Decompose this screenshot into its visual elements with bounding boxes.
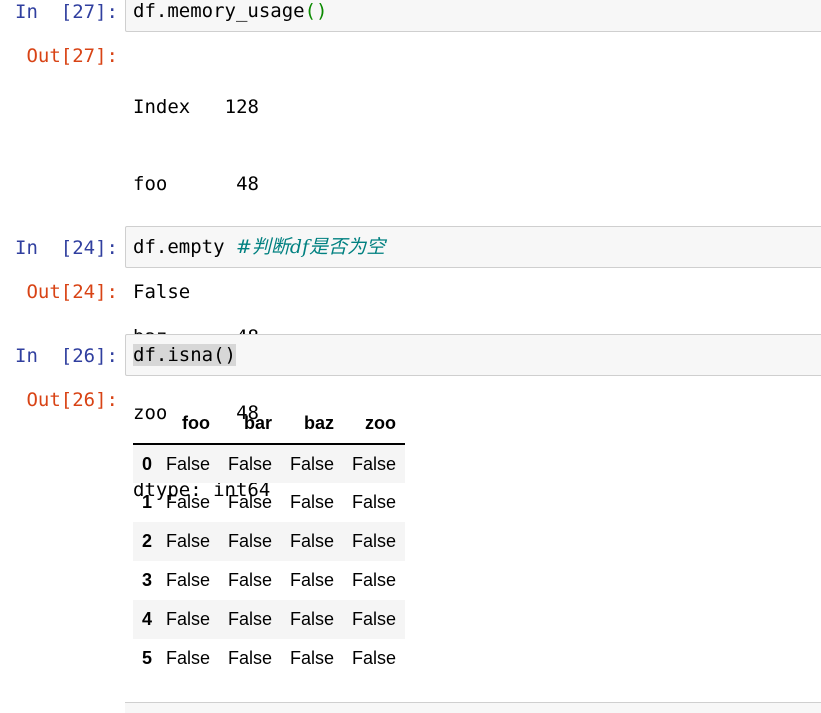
row-index: 2 — [141, 531, 152, 551]
table-cell: False — [351, 453, 396, 474]
table-row: 4 False False False False — [133, 600, 405, 639]
table-cell: False — [351, 492, 396, 512]
dataframe-table: foo bar baz zoo 0 False False False Fals… — [133, 404, 405, 678]
code-parens: () — [304, 0, 328, 22]
table-row: 0 False False False False — [133, 444, 405, 483]
code-text: df.memory_usage() — [133, 0, 327, 23]
table-row: 2 False False False False — [133, 522, 405, 561]
table-row: 5 False False False False — [133, 639, 405, 678]
table-cell: False — [351, 531, 396, 551]
series-index: Index — [133, 96, 191, 118]
output-prompt: Out[27]: — [26, 45, 118, 67]
table-cell: False — [289, 531, 334, 551]
column-header: zoo — [343, 404, 405, 445]
series-row: Index 128 — [133, 95, 270, 121]
bool-output: False — [133, 281, 191, 303]
table-cell: False — [289, 648, 334, 668]
series-index: foo — [133, 172, 168, 195]
next-code-input-cell[interactable] — [125, 702, 821, 713]
table-cell: False — [351, 570, 396, 590]
row-index: 1 — [141, 492, 152, 512]
code-input-cell[interactable]: df.empty #判断df是否为空 — [125, 226, 821, 268]
code-main-selected: df.isna() — [133, 344, 236, 366]
code-text: df.isna() — [133, 343, 236, 367]
table-cell: False — [227, 648, 272, 668]
code-input-cell[interactable]: df.memory_usage() — [125, 0, 821, 32]
series-value: 128 — [224, 96, 259, 118]
table-header-row: foo bar baz zoo — [133, 404, 405, 445]
row-index: 3 — [141, 570, 152, 590]
table-cell: False — [165, 531, 210, 551]
table-cell: False — [165, 570, 210, 590]
column-header: baz — [281, 404, 343, 445]
output-prompt: Out[26]: — [26, 389, 118, 411]
row-index: 5 — [141, 648, 152, 668]
table-cell: False — [227, 492, 272, 512]
code-input-cell[interactable]: df.isna() — [125, 334, 821, 376]
table-row: 1 False False False False — [133, 483, 405, 522]
input-prompt: In [26]: — [15, 345, 118, 367]
table-cell: False — [227, 570, 272, 590]
column-header: bar — [219, 404, 281, 445]
table-cell: False — [165, 453, 210, 474]
table-cell: False — [165, 648, 210, 668]
row-index: 0 — [141, 453, 152, 474]
code-main: df.memory_usage — [133, 0, 305, 22]
code-text: df.empty #判断df是否为空 — [133, 235, 385, 259]
column-header: foo — [157, 404, 219, 445]
table-cell: False — [227, 531, 272, 551]
table-cell: False — [227, 453, 272, 474]
table-cell: False — [165, 609, 210, 629]
series-value: 48 — [236, 172, 259, 195]
table-cell: False — [165, 492, 210, 512]
code-comment: #判断df是否为空 — [235, 236, 386, 258]
row-index: 4 — [141, 609, 152, 629]
table-row: 3 False False False False — [133, 561, 405, 600]
code-main: df.empty — [133, 236, 236, 258]
series-row: foo 48 — [133, 172, 270, 198]
table-cell: False — [351, 648, 396, 668]
output-prompt: Out[24]: — [26, 281, 118, 303]
table-cell: False — [289, 453, 334, 474]
table-cell: False — [351, 609, 396, 629]
input-prompt: In [27]: — [15, 1, 118, 23]
input-prompt: In [24]: — [15, 237, 118, 259]
table-cell: False — [227, 609, 272, 629]
table-cell: False — [289, 492, 334, 512]
table-cell: False — [289, 570, 334, 590]
index-header — [133, 404, 157, 445]
table-cell: False — [289, 609, 334, 629]
